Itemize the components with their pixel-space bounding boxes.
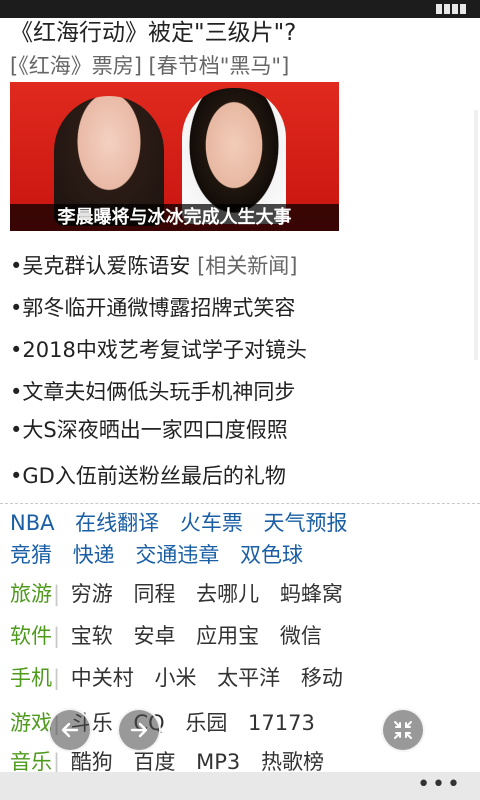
separator: | [53,582,61,606]
category-row-software: 软件| 宝软 安卓 应用宝 微信 [10,622,336,650]
news-item[interactable]: •文章夫妇俩低头玩手机神同步 [10,378,295,406]
more-dots-icon[interactable]: ••• [417,774,462,796]
category-link[interactable]: 去哪儿 [196,582,259,606]
category-row-travel: 旅游| 穷游 同程 去哪儿 蚂蜂窝 [10,580,357,608]
category-link[interactable]: 热歌榜 [261,750,324,774]
news-item[interactable]: •2018中戏艺考复试学子对镜头 [10,336,307,364]
quick-link[interactable]: 在线翻译 [75,511,159,535]
photo-caption: 李晨曝将与冰冰完成人生大事 [10,204,339,231]
category-link[interactable]: 穷游 [71,582,113,606]
category-row-phone: 手机| 中关村 小米 太平洋 移动 [10,664,357,692]
headline-link[interactable]: 《红海行动》被定"三级片"? [10,18,296,48]
category-link[interactable]: 移动 [301,666,343,690]
arrow-left-icon [61,722,79,738]
bottom-toolbar: ••• [0,772,480,800]
category-link[interactable]: 百度 [133,750,175,774]
category-link[interactable]: 乐园 [185,711,227,735]
quick-link[interactable]: 竞猜 [10,543,52,567]
category-link[interactable]: 微信 [280,624,322,648]
quick-link[interactable]: 火车票 [180,511,243,535]
category-link[interactable]: 同程 [133,582,175,606]
quick-link[interactable]: 双色球 [240,543,303,567]
category-link[interactable]: 安卓 [133,624,175,648]
quick-link[interactable]: 交通违章 [135,543,219,567]
category-label[interactable]: 软件 [10,624,52,648]
category-link[interactable]: 蚂蜂窝 [280,582,343,606]
quick-links-row: NBA 在线翻译 火车票 天气预报 [10,509,362,537]
back-button[interactable] [48,708,92,752]
category-label[interactable]: 旅游 [10,582,52,606]
category-label[interactable]: 游戏 [10,711,52,735]
forward-button[interactable] [117,708,161,752]
news-item[interactable]: •郭冬临开通微博露招牌式笑容 [10,294,295,322]
status-bar [0,0,480,18]
separator: | [53,750,61,774]
news-item[interactable]: •大S深夜晒出一家四口度假照 [10,416,288,444]
category-link[interactable]: 中关村 [71,666,134,690]
news-photo[interactable]: 李晨曝将与冰冰完成人生大事 [10,82,339,231]
news-item-text[interactable]: •吴克群认爱陈语安 [10,254,190,278]
section-divider [0,503,480,504]
news-item[interactable]: •GD入伍前送粉丝最后的礼物 [10,462,286,490]
category-link[interactable]: 酷狗 [71,750,113,774]
quick-link[interactable]: 快递 [73,543,115,567]
category-label[interactable]: 手机 [10,666,52,690]
quick-link[interactable]: 天气预报 [264,511,348,535]
quick-link[interactable]: NBA [10,511,54,535]
category-link[interactable]: 宝软 [71,624,113,648]
quick-links-row: 竞猜 快递 交通违章 双色球 [10,541,317,569]
scrollbar[interactable] [474,110,478,360]
news-item[interactable]: •吴克群认爱陈语安 [相关新闻] [10,252,297,280]
separator: | [53,666,61,690]
category-link[interactable]: 应用宝 [196,624,259,648]
category-link[interactable]: 17173 [248,711,315,735]
arrow-right-icon [130,722,148,738]
category-link[interactable]: 太平洋 [217,666,280,690]
exit-fullscreen-button[interactable] [381,708,425,752]
headline-sublinks[interactable]: [《红海》票房] [春节档"黑马"] [10,52,289,80]
category-link[interactable]: 小米 [154,666,196,690]
category-label[interactable]: 音乐 [10,750,52,774]
separator: | [53,624,61,648]
collapse-icon [394,721,412,739]
battery-icon [436,4,466,14]
category-link[interactable]: MP3 [196,750,240,774]
related-news-link[interactable]: [相关新闻] [197,254,297,278]
